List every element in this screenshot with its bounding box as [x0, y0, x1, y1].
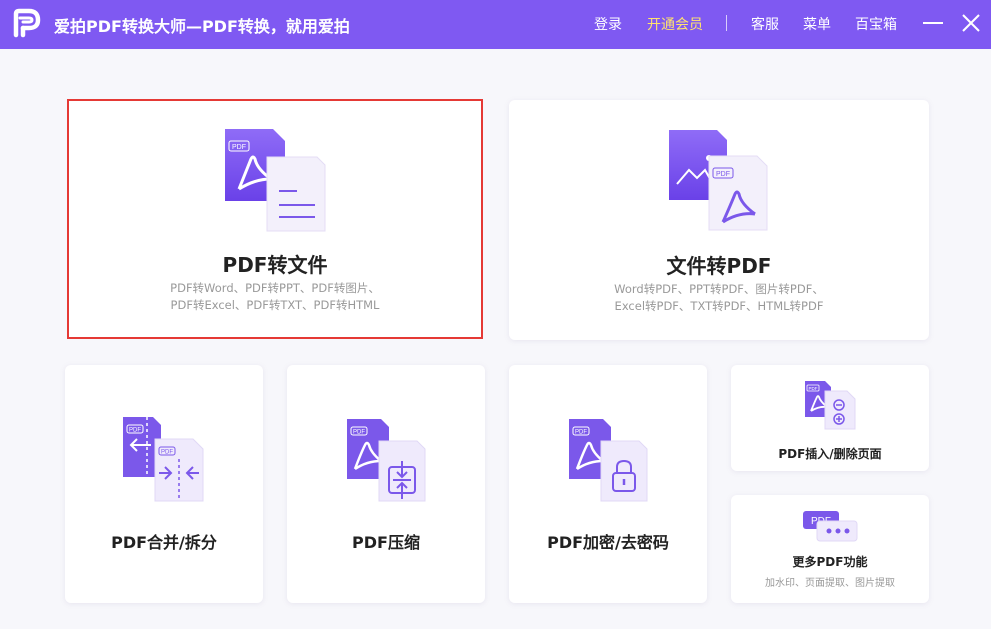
compress-title: PDF压缩 — [352, 533, 420, 552]
merge-split-icon: PDF PDF — [123, 417, 204, 503]
pdf-to-file-card[interactable]: PDF PDF转文件 PDF转Word、PDF转PPT、PDF转图片、 PDF转… — [67, 99, 483, 339]
pdf-badge: PDF — [232, 144, 246, 151]
login-link[interactable]: 登录 — [594, 14, 622, 34]
pdf-badge: PDF — [353, 430, 365, 436]
pdf-badge: PDF — [575, 430, 587, 436]
close-icon[interactable] — [958, 10, 984, 36]
minimize-icon[interactable] — [920, 10, 946, 36]
file-to-pdf-card[interactable]: PDF 文件转PDF Word转PDF、PPT转PDF、图片转PDF、 Exce… — [509, 100, 929, 340]
main-area: PDF PDF转文件 PDF转Word、PDF转PPT、PDF转图片、 PDF转… — [0, 49, 991, 629]
pdf-badge: PDF — [129, 428, 141, 434]
file-to-pdf-desc-line2: Excel转PDF、TXT转PDF、HTML转PDF — [614, 299, 824, 313]
pdf-badge: PDF — [716, 171, 730, 178]
more-features-title: 更多PDF功能 — [792, 555, 868, 569]
insert-delete-icon: PDF — [805, 381, 856, 430]
encrypt-title: PDF加密/去密码 — [547, 533, 669, 552]
encrypt-card[interactable]: PDF PDF加密/去密码 — [509, 365, 707, 603]
encrypt-icon: PDF — [569, 419, 648, 502]
menu-link[interactable]: 菜单 — [803, 14, 831, 34]
service-link[interactable]: 客服 — [751, 14, 779, 34]
file-to-pdf-title: 文件转PDF — [666, 254, 772, 278]
pdf-to-file-icon: PDF — [225, 129, 326, 232]
insert-delete-card[interactable]: PDF PDF插入/删除页面 — [731, 365, 929, 471]
pdf-badge: PDF — [161, 450, 173, 456]
merge-split-card[interactable]: PDF PDF PDF合并/拆分 — [65, 365, 263, 603]
title-bar: 爱拍PDF转换大师—PDF转换，就用爱拍 登录 开通会员 客服 菜单 百宝箱 — [0, 0, 991, 49]
merge-split-title: PDF合并/拆分 — [111, 533, 217, 552]
compress-card[interactable]: PDF PDF压缩 — [287, 365, 485, 603]
pdf-to-file-title: PDF转文件 — [222, 253, 328, 277]
app-logo-icon — [13, 8, 41, 38]
pdf-badge: PDF — [809, 386, 818, 391]
more-features-icon: PDF — [803, 511, 858, 542]
toolbar-divider — [726, 15, 727, 31]
file-to-pdf-desc-line1: Word转PDF、PPT转PDF、图片转PDF、 — [614, 282, 824, 296]
insert-delete-title: PDF插入/删除页面 — [778, 447, 882, 461]
pdf-to-file-desc-line1: PDF转Word、PDF转PPT、PDF转图片、 — [170, 281, 380, 295]
pdf-to-file-desc-line2: PDF转Excel、PDF转TXT、PDF转HTML — [170, 298, 380, 312]
more-features-desc: 加水印、页面提取、图片提取 — [765, 578, 895, 589]
app-title: 爱拍PDF转换大师—PDF转换，就用爱拍 — [54, 17, 350, 36]
vip-link[interactable]: 开通会员 — [647, 14, 703, 34]
file-to-pdf-icon: PDF — [669, 130, 768, 231]
more-features-card[interactable]: PDF 更多PDF功能 加水印、页面提取、图片提取 — [731, 495, 929, 603]
compress-icon: PDF — [347, 419, 426, 502]
toolbox-link[interactable]: 百宝箱 — [855, 14, 897, 34]
